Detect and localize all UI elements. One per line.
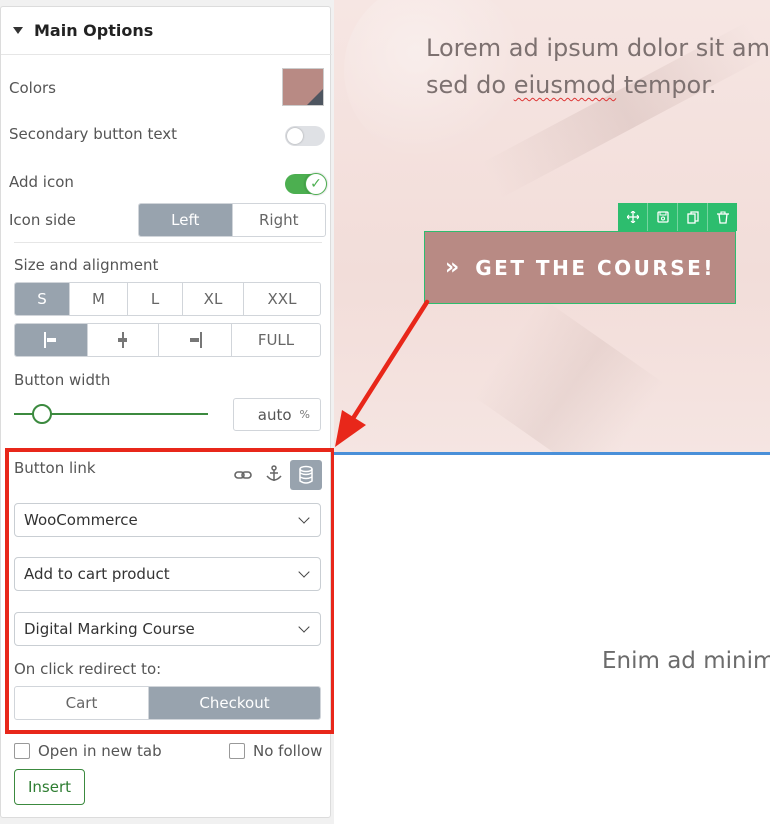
size-m[interactable]: M [70,283,128,315]
no-follow-label: No follow [253,742,323,760]
check-icon: ✓ [310,176,322,192]
insert-button[interactable]: Insert [14,769,85,805]
page-canvas: Lorem ad ipsum dolor sit ame sed do eius… [334,0,770,824]
icon-side-selector: Left Right [138,203,326,237]
size-s[interactable]: S [15,283,70,315]
double-chevron-right-icon: » [445,255,459,280]
size-xxl[interactable]: XXL [244,283,320,315]
width-unit: % [299,408,310,421]
panel-title: Main Options [34,21,154,40]
width-slider-thumb[interactable] [32,404,52,424]
size-l[interactable]: L [128,283,183,315]
hero-section: Lorem ad ipsum dolor sit ame sed do eius… [334,0,770,455]
caret-down-icon [13,27,23,34]
add-icon-toggle[interactable]: ✓ [285,173,327,195]
colors-label: Colors [9,79,56,97]
align-full[interactable]: FULL [232,324,320,356]
lower-section-text[interactable]: Enim ad minim [602,648,770,674]
toggle-knob: ✓ [305,173,327,195]
no-follow-checkbox[interactable] [229,743,245,759]
icon-side-label: Icon side [9,211,76,229]
save-icon[interactable] [648,203,678,231]
delete-icon[interactable] [708,203,737,231]
alignment-selector: FULL [14,323,321,357]
align-right[interactable] [159,324,232,356]
section-divider [14,242,322,243]
align-left-icon [42,331,60,349]
hero-line-2-part: tempor. [616,71,717,100]
icon-side-right[interactable]: Right [233,204,326,236]
element-toolbar [618,203,737,231]
no-follow-option[interactable]: No follow [229,742,322,760]
secondary-text-label: Secondary button text [9,125,178,143]
align-right-icon [186,331,204,349]
width-input[interactable]: auto % [233,398,321,431]
width-value: auto [257,405,292,424]
highlight-box [5,448,335,734]
button-width-label: Button width [14,371,111,389]
open-new-tab-label: Open in new tab [38,742,162,760]
hero-paragraph[interactable]: Lorem ad ipsum dolor sit ame sed do eius… [426,30,770,104]
misspelled-word: eiusmod [513,71,617,100]
color-swatch[interactable] [282,68,324,106]
hero-line-1: Lorem ad ipsum dolor sit ame [426,34,770,62]
icon-side-left[interactable]: Left [139,204,233,236]
hero-background-decoration [473,297,665,455]
main-options-header[interactable]: Main Options [1,7,332,55]
options-panel: Main Options Colors Secondary button tex… [0,0,335,824]
open-new-tab-option[interactable]: Open in new tab [14,742,162,760]
size-xl[interactable]: XL [183,283,244,315]
align-center-icon [114,331,132,349]
get-course-button-label: GET THE COURSE! [475,255,715,280]
size-alignment-label: Size and alignment [14,256,159,274]
hero-line-2: sed do eiusmod tempor. [426,67,770,104]
size-selector: S M L XL XXL [14,282,321,316]
toggle-knob [287,128,303,144]
add-icon-label: Add icon [9,173,74,191]
section-separator [334,452,770,455]
move-icon[interactable] [618,203,648,231]
duplicate-icon[interactable] [678,203,708,231]
open-new-tab-checkbox[interactable] [14,743,30,759]
align-center[interactable] [88,324,159,356]
swatch-corner [307,89,323,105]
secondary-text-toggle[interactable] [285,126,325,146]
align-left[interactable] [15,324,88,356]
hero-line-2-part: sed do [426,71,514,100]
get-course-button[interactable]: » GET THE COURSE! [424,231,736,304]
